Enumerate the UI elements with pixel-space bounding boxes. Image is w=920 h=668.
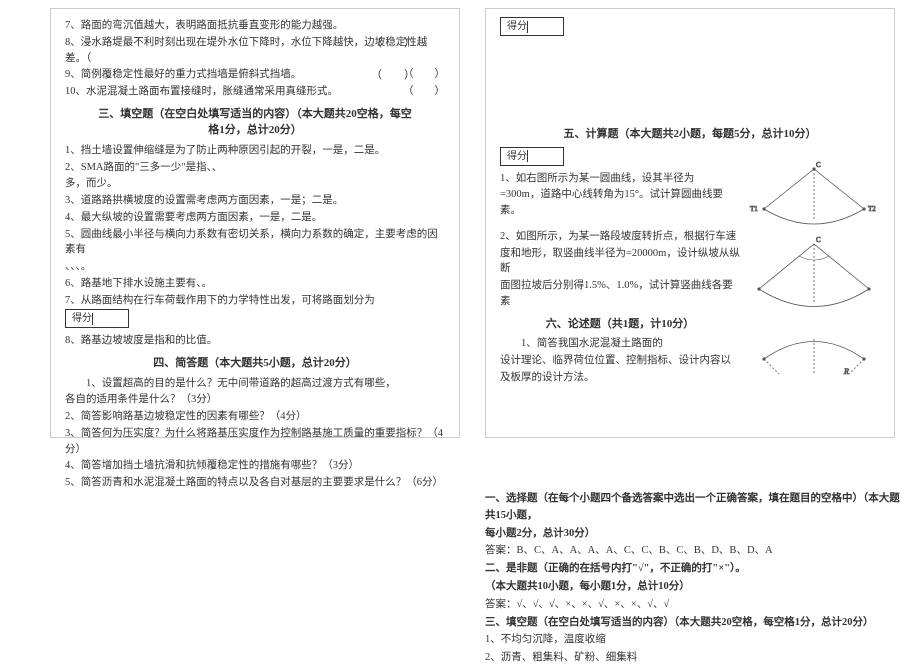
ans2-list: 答案：√、√、√、×、×、√、×、×、√、√ <box>485 597 905 614</box>
s3q2b: 多，而少。 <box>65 176 445 192</box>
score-box-r1: 得分 <box>500 17 564 36</box>
s5q2a: 2、如图所示，为某一路段坡度转折点，根据行车速 <box>500 229 740 245</box>
s5q1a: 1、如右图所示为某一圆曲线，设其半径为 <box>500 171 740 187</box>
q10: 10、水泥混凝土路面布置接缝时，胀缝通常采用真缝形式。 （ ） <box>65 84 445 100</box>
score-box-r2: 得分 <box>500 147 564 166</box>
q7: 7、路面的弯沉值越大，表明路面抵抗垂直变形的能力越强。 <box>65 18 445 34</box>
s3q3: 3、道路路拱横坡度的设置需考虑两方面因素，一是；二是。 <box>65 193 445 209</box>
section5-head: 五、计算题（本大题共2小题，每题5分，总计10分） <box>500 126 880 143</box>
ans1-list: 答案：B、C、A、A、A、A、C、C、B、C、B、D、B、D、A <box>485 543 905 560</box>
s5q1b: =300m，道路中心线转角为15°。试计算圆曲线要素。 <box>500 187 740 219</box>
ans2-head2: （本大题共10小题，每小题1分，总计10分） <box>485 579 905 596</box>
s4q2: 2、简答影响路基边坡稳定性的因素有哪些？（4分） <box>65 409 445 425</box>
s3q5b: 、、、。 <box>65 259 445 275</box>
s6q1b: 设计理论、临界荷位位置、控制指标、设计内容以 <box>500 353 740 369</box>
s3q2: 2、SMA路面的"三多一少"是指、、 <box>65 160 445 176</box>
s4q1b: 各自的适用条件是什么？（3分） <box>65 392 445 408</box>
s5q2b: 度和地形，取竖曲线半径为=20000m，设计纵坡从纵断 <box>500 246 740 278</box>
right-page: 得分 五、计算题（本大题共2小题，每题5分，总计10分） 得分 1、如右图所示为… <box>485 8 895 438</box>
left-page: 7、路面的弯沉值越大，表明路面抵抗垂直变形的能力越强。 （ ） 8、浸水路堤最不… <box>50 8 460 438</box>
answers-block: 一、选择题（在每个小题四个备选答案中选出一个正确答案，填在题目的空格中）（本大题… <box>485 490 905 668</box>
s3q5: 5、圆曲线最小半径与横向力系数有密切关系，横向力系数的确定，主要考虑的因素有 <box>65 227 445 259</box>
svg-text:T1: T1 <box>750 205 758 213</box>
s3q7: 7、从路面结构在行车荷载作用下的力学特性出发，可将路面划分为 <box>65 293 445 309</box>
s3q1: 1、挡土墙设置伸缩缝是为了防止两种原因引起的开裂，一是，二是。 <box>65 143 445 159</box>
svg-text:C: C <box>816 236 821 244</box>
ans1-head2: 每小题2分，总计30分） <box>485 526 905 543</box>
s3q8: 8、路基边坡坡度是指和的比值。 <box>65 333 445 349</box>
right-text-column: 1、如右图所示为某一圆曲线，设其半径为 =300m，道路中心线转角为15°。试计… <box>500 171 740 386</box>
s4q1: 1、设置超高的目的是什么？无中间带道路的超高过渡方式有哪些， <box>65 376 445 392</box>
ans2-head: 二、是非题（正确的在括号内打"√"，不正确的打"×"）。 <box>485 561 905 578</box>
s6q1a: 1、简答我国水泥混凝土路面的 <box>500 336 740 352</box>
section4-head: 四、简答题（本大题共5小题，总计20分） <box>65 355 445 372</box>
s3q6: 6、路基地下排水设施主要有、。 <box>65 276 445 292</box>
section6-head: 六、论述题（共1题，计10分） <box>500 316 740 333</box>
s3q4: 4、最大纵坡的设置需要考虑两方面因素，一是，二是。 <box>65 210 445 226</box>
ans3-q2: 2、沥青、粗集料、矿粉、细集料 <box>485 650 905 667</box>
ans3-head: 三、填空题（在空白处填写适当的内容）（本大题共20空格，每空格1分，总计20分） <box>485 615 905 632</box>
s6q1c: 及板厚的设计方法。 <box>500 370 740 386</box>
s4q5: 5、简答沥青和水泥混凝土路面的特点以及各自对基层的主要要求是什么？（6分） <box>65 475 445 491</box>
section3-head: 三、填空题（在空白处填写适当的内容）（本大题共20空格，每空 格1分，总计20分… <box>65 106 445 139</box>
ans1-head: 一、选择题（在每个小题四个备选答案中选出一个正确答案，填在题目的空格中）（本大题… <box>485 491 905 525</box>
svg-text:R: R <box>843 367 849 376</box>
s4q4: 4、简答增加挡土墙抗滑和抗倾覆稳定性的措施有哪些？（3分） <box>65 458 445 474</box>
ans3-q1: 1、不均匀沉降，温度收缩 <box>485 632 905 649</box>
s4q3: 3、简答何为压实度？为什么将路基压实度作为控制路基施工质量的重要指标？（4分） <box>65 426 445 458</box>
score-box-left: 得分 <box>65 309 129 328</box>
curve-diagram: T1 T2 C C R <box>744 159 884 379</box>
svg-text:T2: T2 <box>868 205 876 213</box>
s5q2c: 面图拉坡后分别得1.5%、1.0%，试计算竖曲线各要素 <box>500 278 740 310</box>
svg-text:C: C <box>816 161 821 169</box>
